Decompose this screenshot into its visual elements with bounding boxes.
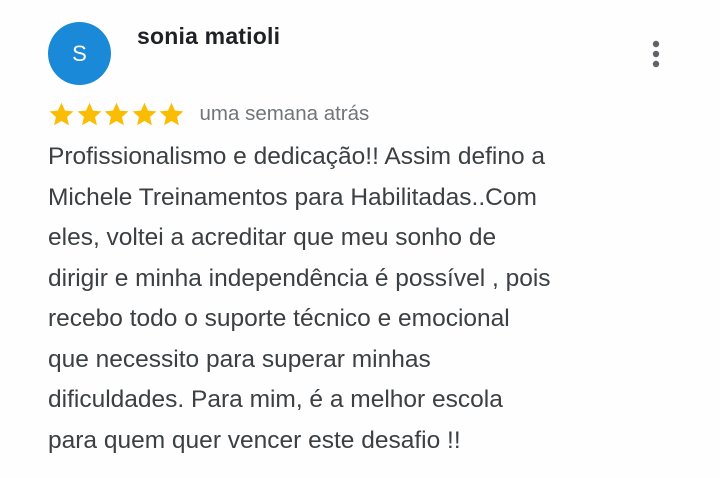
star-icon [103,101,130,128]
more-vertical-icon [652,40,660,68]
review-text: Profissionalismo e dedicação!! Assim def… [48,143,551,454]
star-icon [76,101,103,128]
review-card: S sonia matioli uma semana atrás Profiss… [0,0,720,478]
star-icon [158,101,185,128]
rating-row: uma semana atrás [48,98,369,130]
star-icon [48,101,75,128]
star-icon [131,101,158,128]
star-rating [48,101,186,128]
review-timestamp: uma semana atrás [199,102,370,125]
avatar[interactable]: S [48,22,111,85]
avatar-initial: S [72,40,87,66]
more-options-button[interactable] [640,36,672,72]
author-name[interactable]: sonia matioli [137,23,280,50]
